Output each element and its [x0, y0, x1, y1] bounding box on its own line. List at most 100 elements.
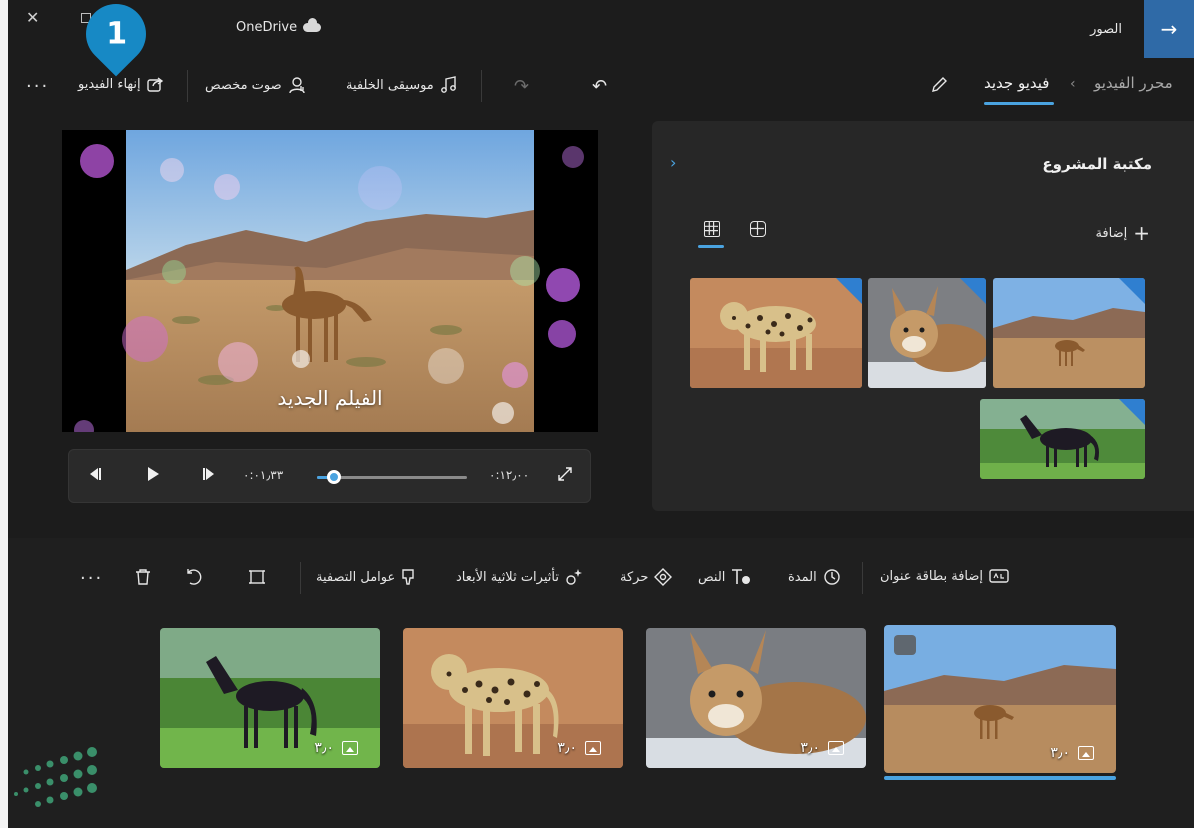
crop-icon: [249, 570, 265, 584]
bokeh-light: [502, 362, 528, 388]
toolbar-divider: [481, 70, 482, 102]
filters-label: عوامل التصفية: [316, 569, 396, 585]
bokeh-light: [162, 260, 186, 284]
breadcrumb-current[interactable]: فيديو جديد: [984, 74, 1049, 92]
bokeh-light: [74, 420, 94, 432]
clip-duration: ٣٫٠: [1050, 745, 1094, 761]
library-thumb-leopard[interactable]: [690, 278, 862, 388]
trash-icon: [136, 569, 150, 585]
more-icon: ···: [26, 76, 50, 97]
bokeh-light: [548, 320, 576, 348]
storyboard-card-camel[interactable]: ٣٫٠: [884, 625, 1116, 773]
rename-button[interactable]: [930, 76, 948, 94]
clock-icon: [824, 569, 840, 585]
seek-thumb[interactable]: [326, 470, 341, 484]
storyboard-card-caracal[interactable]: ٣٫٠: [646, 628, 866, 768]
toolbar-divider: [187, 70, 188, 102]
close-icon[interactable]: ✕: [26, 8, 39, 27]
crop-button[interactable]: [248, 568, 266, 586]
selection-checkbox[interactable]: [894, 635, 916, 655]
duration-button[interactable]: المدة: [788, 568, 841, 586]
grid-large-view-icon[interactable]: [750, 221, 766, 237]
background-music-button[interactable]: موسيقى الخلفية: [346, 76, 458, 94]
thumb-corner-badge: [960, 278, 986, 304]
library-thumb-horse[interactable]: [980, 399, 1145, 479]
delete-button[interactable]: [134, 568, 152, 586]
add-title-card-button[interactable]: إضافة بطاقة عنوان: [880, 568, 1009, 584]
add-media-button[interactable]: إضافة +: [1095, 221, 1150, 245]
video-preview[interactable]: الفيلم الجديد: [62, 130, 598, 432]
bokeh-light: [218, 342, 258, 382]
pencil-icon: [932, 77, 947, 92]
3d-effects-label: تأثيرات ثلاثية الأبعاد: [456, 569, 559, 585]
sparkle-effects-icon: [566, 569, 582, 585]
duration-value: ٣٫٠: [1050, 745, 1070, 761]
more-options-button[interactable]: ···: [26, 76, 49, 97]
thumb-corner-badge: [1119, 399, 1145, 425]
next-frame-button[interactable]: [201, 466, 217, 486]
image-icon: [585, 741, 601, 755]
chevron-right-icon: ›: [670, 153, 677, 172]
bokeh-light: [562, 146, 584, 168]
text-icon: [732, 569, 751, 584]
music-note-icon: [440, 76, 456, 93]
bokeh-light: [80, 144, 114, 178]
breadcrumb-parent[interactable]: محرر الفيديو: [1094, 74, 1173, 92]
ministry-logo-dots: [14, 747, 97, 807]
rotate-button[interactable]: [184, 568, 202, 586]
arrow-right-icon: →: [1160, 17, 1178, 41]
current-time: ٠:٠١٫٣٣: [243, 468, 284, 482]
storyboard-card-horse[interactable]: ٣٫٠: [160, 628, 380, 768]
storyboard-card-leopard[interactable]: ٣٫٠: [403, 628, 623, 768]
image-icon: [1078, 746, 1094, 760]
fullscreen-button[interactable]: [557, 466, 573, 486]
bokeh-light: [160, 158, 184, 182]
motion-button[interactable]: حركة: [620, 568, 673, 586]
app-title: الصور: [1090, 22, 1122, 37]
background-music-label: موسيقى الخلفية: [346, 77, 434, 93]
title-card-icon: [989, 569, 1009, 583]
duration-value: ٣٫٠: [800, 740, 820, 756]
redo-icon: ↷: [514, 76, 530, 97]
library-thumb-caracal[interactable]: [868, 278, 986, 388]
onedrive-status[interactable]: OneDrive: [236, 18, 322, 35]
duration-value: ٣٫٠: [557, 740, 577, 756]
add-label: إضافة: [1095, 225, 1128, 241]
bokeh-light: [358, 166, 402, 210]
breadcrumb-underline: [984, 102, 1054, 105]
finish-video-button[interactable]: إنهاء الفيديو: [78, 76, 165, 92]
motion-label: حركة: [620, 569, 649, 585]
collapse-library-button[interactable]: ›: [670, 153, 676, 172]
library-title: مكتبة المشروع: [1042, 155, 1152, 173]
bokeh-light: [428, 348, 464, 384]
grid-small-view-icon[interactable]: [704, 221, 720, 237]
clip-duration: ٣٫٠: [557, 740, 601, 756]
audio-person-icon: [288, 77, 305, 94]
text-button[interactable]: النص: [698, 568, 751, 586]
onedrive-label: OneDrive: [236, 20, 298, 35]
editor-toolbar: ··· إنهاء الفيديو صوت مخصص موسيقى الخلفي…: [8, 60, 1194, 112]
filters-button[interactable]: عوامل التصفية: [316, 568, 415, 586]
play-button[interactable]: [145, 466, 161, 486]
library-thumb-camel[interactable]: [993, 278, 1145, 388]
redo-button[interactable]: ↷: [514, 76, 529, 97]
filters-icon: [402, 569, 414, 585]
image-icon: [342, 741, 358, 755]
text-label: النص: [698, 569, 726, 585]
toolbar-divider: [300, 562, 301, 594]
clip-duration: ٣٫٠: [314, 740, 358, 756]
selection-indicator: [884, 776, 1116, 780]
thumb-corner-badge: [1119, 278, 1145, 304]
custom-audio-button[interactable]: صوت مخصص: [205, 76, 306, 94]
thumb-corner-badge: [836, 278, 862, 304]
video-editor-window: ✕ OneDrive الصور → ··· إنهاء الفيديو صوت…: [8, 0, 1194, 828]
back-button[interactable]: →: [1144, 0, 1194, 58]
storyboard-more-button[interactable]: ···: [80, 568, 103, 589]
step-back-icon: [90, 468, 101, 480]
3d-effects-button[interactable]: تأثيرات ثلاثية الأبعاد: [456, 568, 583, 586]
motion-icon: [654, 568, 673, 586]
previous-frame-button[interactable]: [87, 466, 103, 486]
expand-icon: [558, 467, 572, 481]
title-bar: ✕ OneDrive الصور →: [8, 0, 1194, 58]
undo-button[interactable]: ↶: [592, 76, 607, 97]
